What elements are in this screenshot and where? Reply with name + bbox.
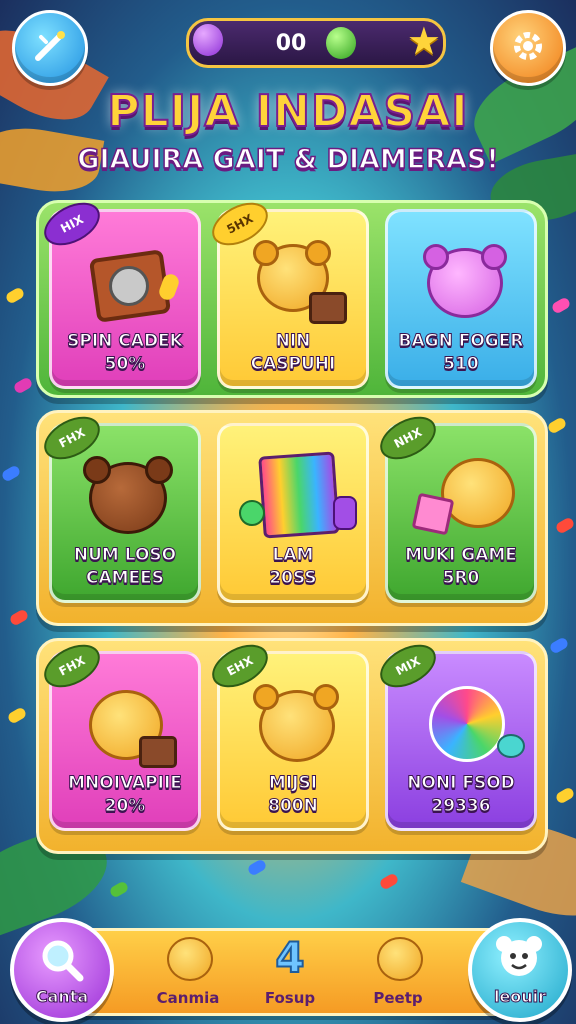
score-value: 00 (275, 30, 307, 56)
gear-icon (510, 28, 546, 68)
search-button[interactable]: Canta (10, 918, 114, 1022)
card-value: 510 (443, 354, 479, 375)
card-title: NONI FSOD (407, 773, 516, 794)
card-value: 20% (104, 796, 146, 817)
card-value: 800N (268, 796, 319, 817)
nav-label: Peetp (373, 989, 423, 1007)
settings-button[interactable] (490, 10, 566, 86)
bear-with-lock-icon (75, 676, 177, 768)
game-title: PLIJA INDASAI (106, 85, 469, 138)
magnifier-icon (38, 936, 86, 988)
card-row-3: FHX MNOIVAPIIE 20% EHX MIJSI 800N MIX NONI… (36, 636, 548, 854)
search-button-label: Canta (35, 987, 89, 1007)
card-lam[interactable]: LAM 20SS (217, 423, 369, 603)
card-title: BAGN FOGER (398, 331, 524, 352)
green-gem-icon (326, 27, 357, 59)
card-value: 29336 (431, 796, 491, 817)
card-value: 20SS (269, 568, 317, 589)
nav-item-fosup[interactable]: 4 Fosup (245, 931, 335, 1013)
brown-bear-icon (75, 448, 175, 540)
nav-item-peetp[interactable]: Peetp (353, 931, 443, 1013)
card-nin-caspuhi[interactable]: 5HX NIN CASPUHI (205, 194, 369, 389)
card-title: MNOIVAPIIE (68, 773, 183, 794)
card-title: LAM (272, 545, 314, 566)
bottom-nav-bar: Canmia 4 Fosup Peetp (40, 928, 542, 1016)
nav-item-canmia[interactable]: Canmia (143, 931, 233, 1013)
nav-label: Fosup (264, 989, 316, 1007)
profile-button-label: leouir (493, 987, 547, 1007)
card-title: NUM LOSO (73, 545, 177, 566)
game-subtitle: GIAUIRA GAIT & DIAMERAS! (77, 143, 500, 176)
card-noni-fsod[interactable]: MIX NONI FSOD 29336 (373, 636, 537, 831)
magic-wand-button[interactable] (12, 10, 88, 86)
pink-creature-icon (411, 234, 511, 326)
nav-label: Canmia (156, 989, 220, 1007)
score-bar: 00 ★ (186, 18, 446, 68)
bear-icon (377, 937, 423, 981)
card-row-2: FHX NUM LOSO CAMEES LAM 20SS NHX MUKI GAME… (36, 408, 548, 626)
rainbow-candy-box-icon (239, 448, 357, 540)
yellow-bear-icon (243, 676, 343, 768)
card-title: SPIN CADEK (67, 331, 184, 352)
card-value: CAMEES (85, 568, 165, 589)
card-title: MIJSI (268, 773, 318, 794)
card-mnoivapiie[interactable]: FHX MNOIVAPIIE 20% (37, 636, 201, 831)
bear-and-cube-icon (411, 448, 515, 540)
card-value: CASPUHI (250, 354, 336, 375)
card-value: 50% (104, 354, 146, 375)
card-title: NIN (275, 331, 311, 352)
bear-with-lock-icon (243, 234, 347, 326)
card-value: 5R0 (442, 568, 480, 589)
number-four-icon: 4 (274, 932, 305, 983)
card-mijsi[interactable]: EHX MIJSI 800N (205, 636, 369, 831)
rainbow-candy-icon (411, 676, 525, 768)
wand-icon (32, 28, 68, 68)
card-row-1: HIX SPIN CADEK 50% 5HX NIN CASPUHI BAGN FO… (36, 194, 548, 398)
card-muki-game[interactable]: NHX MUKI GAME 5R0 (373, 408, 537, 603)
card-num-loso[interactable]: FHX NUM LOSO CAMEES (37, 408, 201, 603)
bear-icon (167, 937, 213, 981)
purple-gem-icon (193, 24, 223, 56)
profile-button[interactable]: leouir (468, 918, 572, 1022)
creature-face-icon (494, 934, 544, 986)
star-icon: ★ (406, 19, 441, 63)
card-bagn-foger[interactable]: BAGN FOGER 510 (385, 209, 537, 389)
card-spin-cadek[interactable]: HIX SPIN CADEK 50% (37, 194, 201, 389)
card-title: MUKI GAME (405, 545, 518, 566)
treasure-box-icon (75, 234, 181, 326)
